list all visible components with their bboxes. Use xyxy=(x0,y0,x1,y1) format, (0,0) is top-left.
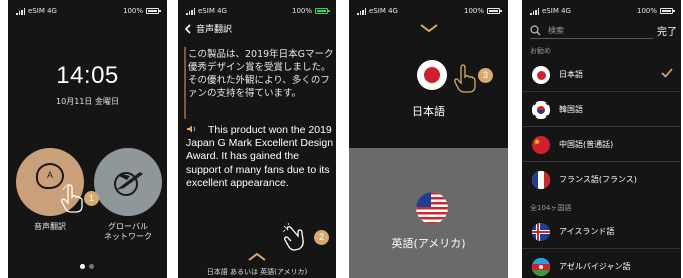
battery-icon xyxy=(315,8,330,14)
language-name: 韓国語 xyxy=(559,105,583,114)
battery-icon xyxy=(487,8,502,14)
swipe-hand-icon xyxy=(282,222,304,251)
japan-flag-button[interactable] xyxy=(417,60,447,90)
global-app-label: グローバル ネットワーク xyxy=(104,222,152,241)
azerbaijan-flag-icon xyxy=(532,258,550,276)
signal-icon xyxy=(186,7,195,15)
carrier-label: eSIM 4G xyxy=(28,7,57,15)
signal-icon xyxy=(16,7,25,15)
carrier-label: eSIM 4G xyxy=(198,7,227,15)
done-button[interactable]: 完了 xyxy=(657,23,677,38)
battery-percent: 100% xyxy=(463,7,484,15)
language-name: フランス語(フランス) xyxy=(559,175,637,184)
clock-date: 10月11日 金曜日 xyxy=(56,97,119,106)
japan-flag-icon xyxy=(532,66,550,84)
signal-icon xyxy=(357,7,366,15)
source-marker xyxy=(184,47,186,119)
battery-percent: 100% xyxy=(291,7,312,15)
page-title: 音声翻訳 xyxy=(196,25,233,35)
language-name: 日本語 xyxy=(559,70,583,79)
step-badge: 2 xyxy=(314,230,329,245)
language-pair-label[interactable]: 日本語 あるいは 英語(アメリカ) xyxy=(178,267,336,277)
page-dot-active xyxy=(80,264,85,269)
language-item-chinese[interactable]: 中国語(普通話) xyxy=(522,128,681,162)
status-bar: eSIM 4G 100% xyxy=(522,0,681,20)
language-list-screen: eSIM 4G 100% 検索 完了 お勧め 日本語 韓国語 中国語(普通話) … xyxy=(522,0,681,278)
search-input[interactable]: 検索 xyxy=(548,25,564,36)
chevron-up-icon[interactable] xyxy=(247,252,267,261)
step-badge: 3 xyxy=(478,68,493,83)
language-name: アゼルバイジャン語 xyxy=(559,262,631,271)
step-badge: 1 xyxy=(84,191,99,206)
korea-flag-icon xyxy=(532,101,550,119)
divider xyxy=(522,126,681,127)
bubble-letter: A xyxy=(46,170,53,180)
status-bar: eSIM 4G 100% xyxy=(349,0,508,20)
carrier-label: eSIM 4G xyxy=(369,7,398,15)
divider xyxy=(522,248,681,249)
target-language-label[interactable]: 英語(アメリカ) xyxy=(349,235,508,251)
global-network-app-button[interactable] xyxy=(94,148,162,216)
section-all-languages: 全104ヶ国語 xyxy=(530,204,572,212)
page-dot xyxy=(89,264,94,269)
checkmark-icon xyxy=(661,68,673,78)
usa-flag-icon[interactable] xyxy=(416,192,448,224)
iceland-flag-icon xyxy=(532,223,550,241)
header: 音声翻訳 xyxy=(184,22,232,35)
france-flag-icon xyxy=(532,171,550,189)
language-item-korean[interactable]: 韓国語 xyxy=(522,93,681,127)
divider xyxy=(522,91,681,92)
language-item-icelandic[interactable]: アイスランド語 xyxy=(522,215,681,249)
divider xyxy=(522,161,681,162)
carrier-label: eSIM 4G xyxy=(542,7,571,15)
language-item-azerbaijani[interactable]: アゼルバイジャン語 xyxy=(522,250,681,278)
language-name: アイスランド語 xyxy=(559,227,615,236)
battery-percent: 100% xyxy=(122,7,143,15)
status-bar: eSIM 4G 100% xyxy=(8,0,167,20)
search-icon xyxy=(530,25,541,36)
battery-icon xyxy=(660,8,675,14)
page-indicator xyxy=(80,264,94,269)
clock-time: 14:05 xyxy=(56,62,119,89)
battery-icon xyxy=(146,8,161,14)
source-language-label[interactable]: 日本語 xyxy=(349,103,508,119)
voice-app-label: 音声翻訳 xyxy=(34,222,66,231)
signal-icon xyxy=(530,7,539,15)
language-switch-screen: eSIM 4G 100% 3 日本語 英語(アメリカ) xyxy=(349,0,508,278)
translated-text: This product won the 2019 Japan G Mark E… xyxy=(186,124,334,189)
tap-hand-icon xyxy=(61,184,83,213)
voice-translation-screen: eSIM 4G 100% 音声翻訳 この製品は、2019年日本Gマーク優秀デザイ… xyxy=(178,0,336,278)
language-item-french[interactable]: フランス語(フランス) xyxy=(522,163,681,197)
battery-percent: 100% xyxy=(636,7,657,15)
search-underline xyxy=(530,38,653,39)
language-item-japanese[interactable]: 日本語 xyxy=(522,58,681,92)
language-name: 中国語(普通話) xyxy=(559,140,614,149)
back-chevron-icon[interactable] xyxy=(184,23,191,34)
source-text: この製品は、2019年日本Gマーク優秀デザイン賞を受賞しました。その優れた外観に… xyxy=(188,49,334,99)
china-flag-icon xyxy=(532,136,550,154)
search-bar: 検索 完了 xyxy=(530,22,677,40)
chevron-down-icon[interactable] xyxy=(419,24,439,33)
airplane-globe-icon xyxy=(114,172,143,196)
section-recommended: お勧め xyxy=(530,47,551,55)
status-bar: eSIM 4G 100% xyxy=(178,0,336,20)
tap-hand-icon xyxy=(454,64,476,93)
home-screen: eSIM 4G 100% 14:05 10月11日 金曜日 A 音声翻訳 グロー… xyxy=(8,0,167,278)
